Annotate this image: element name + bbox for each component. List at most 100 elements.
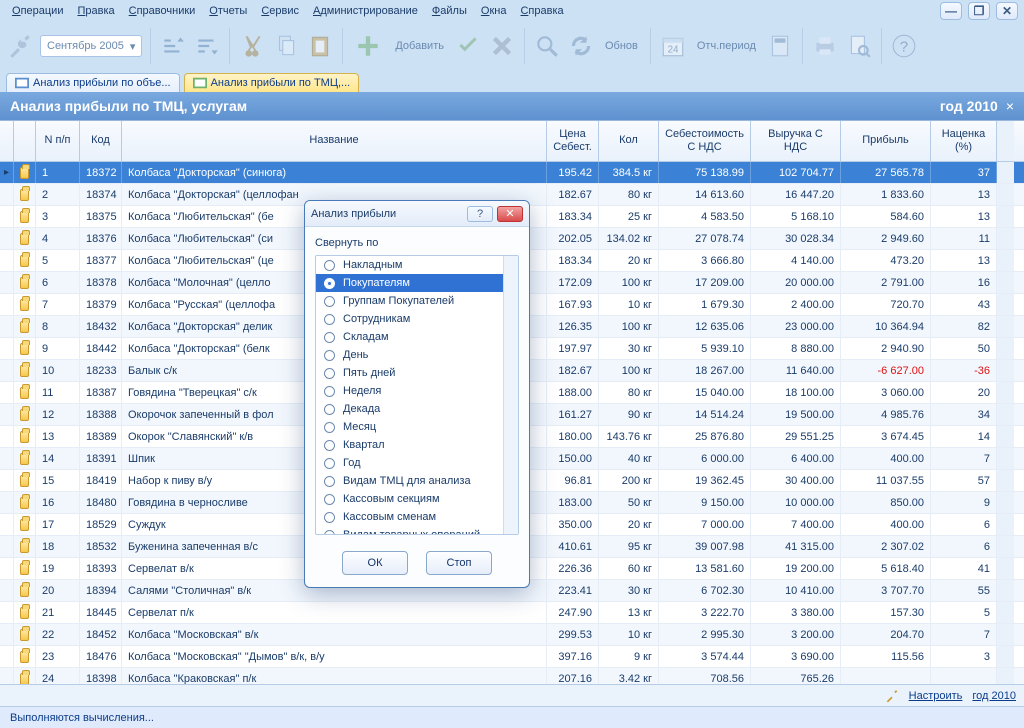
- group-by-option[interactable]: Пять дней: [316, 364, 518, 382]
- radio-icon: [324, 278, 335, 289]
- folder-icon: [20, 673, 29, 685]
- title-period: год 2010: [940, 98, 998, 114]
- close-icon[interactable]: ×: [1006, 98, 1014, 114]
- folder-icon: [20, 343, 29, 355]
- menu-item[interactable]: Справочники: [123, 3, 202, 19]
- menu-item[interactable]: Сервис: [255, 3, 305, 19]
- col-name[interactable]: Название: [122, 121, 547, 161]
- group-by-option[interactable]: Покупателям: [316, 274, 518, 292]
- col-qty[interactable]: Кол: [599, 121, 659, 161]
- col-n[interactable]: N п/п: [36, 121, 80, 161]
- table-row[interactable]: 2318476Колбаса "Московская" "Дымов" в/к,…: [0, 646, 1024, 668]
- calendar-icon[interactable]: 24: [659, 28, 687, 64]
- refresh-icon[interactable]: [567, 28, 595, 64]
- delete-icon[interactable]: [488, 28, 516, 64]
- configure-link[interactable]: Настроить: [909, 690, 963, 702]
- dialog-help-button[interactable]: ?: [467, 206, 493, 222]
- status-bar: Выполняются вычисления...: [0, 706, 1024, 728]
- cut-icon[interactable]: [238, 28, 266, 64]
- period-label: Сентябрь 2005: [47, 40, 124, 52]
- table-row[interactable]: 2418398Колбаса "Краковская" п/к207.163.4…: [0, 668, 1024, 684]
- calc-icon[interactable]: [766, 28, 794, 64]
- restore-button[interactable]: ❐: [968, 2, 990, 20]
- folder-icon: [20, 607, 29, 619]
- group-by-option[interactable]: Кассовым секциям: [316, 490, 518, 508]
- menu-item[interactable]: Правка: [71, 3, 120, 19]
- radio-icon: [324, 440, 335, 451]
- group-by-option[interactable]: Накладным: [316, 256, 518, 274]
- group-by-option[interactable]: Видам товарных операций: [316, 526, 518, 535]
- listbox-scrollbar[interactable]: [503, 256, 518, 534]
- group-by-option[interactable]: Группам Покупателей: [316, 292, 518, 310]
- group-by-option[interactable]: Неделя: [316, 382, 518, 400]
- sort-desc-icon[interactable]: [193, 28, 221, 64]
- document-tab[interactable]: Анализ прибыли по ТМЦ,...: [184, 73, 360, 92]
- radio-icon: [324, 368, 335, 379]
- folder-icon: [20, 541, 29, 553]
- dialog-close-button[interactable]: ✕: [497, 206, 523, 222]
- minimize-button[interactable]: —: [940, 2, 962, 20]
- group-by-option[interactable]: Декада: [316, 400, 518, 418]
- menu-item[interactable]: Операции: [6, 3, 69, 19]
- menu-item[interactable]: Окна: [475, 3, 513, 19]
- folder-icon: [20, 585, 29, 597]
- table-row[interactable]: ▸118372Колбаса "Докторская" (синюга)195.…: [0, 162, 1024, 184]
- add-button[interactable]: [351, 28, 385, 64]
- radio-icon: [324, 530, 335, 536]
- group-by-option[interactable]: Квартал: [316, 436, 518, 454]
- menu-item[interactable]: Файлы: [426, 3, 473, 19]
- col-margin[interactable]: Наценка (%): [931, 121, 997, 161]
- group-by-option[interactable]: День: [316, 346, 518, 364]
- preview-icon[interactable]: [845, 28, 873, 64]
- col-rev[interactable]: Выручка С НДС: [751, 121, 841, 161]
- col-price[interactable]: Цена Себест.: [547, 121, 599, 161]
- radio-icon: [324, 260, 335, 271]
- tools-icon[interactable]: [6, 28, 34, 64]
- folder-icon: [20, 409, 29, 421]
- col-code[interactable]: Код: [80, 121, 122, 161]
- group-by-option[interactable]: Складам: [316, 328, 518, 346]
- radio-icon: [324, 332, 335, 343]
- col-cost[interactable]: Себестоимость С НДС: [659, 121, 751, 161]
- group-by-option[interactable]: Кассовым сменам: [316, 508, 518, 526]
- folder-icon: [20, 211, 29, 223]
- print-icon[interactable]: [811, 28, 839, 64]
- ok-button[interactable]: ОК: [342, 551, 408, 575]
- apply-icon[interactable]: [454, 28, 482, 64]
- folder-icon: [20, 431, 29, 443]
- folder-icon: [20, 475, 29, 487]
- search-icon[interactable]: [533, 28, 561, 64]
- chevron-down-icon: ▾: [130, 40, 136, 53]
- period-select[interactable]: Сентябрь 2005 ▾: [40, 35, 142, 57]
- bottom-bar: Настроить год 2010: [0, 684, 1024, 706]
- document-tabs: Анализ прибыли по объе...Анализ прибыли …: [0, 70, 1024, 92]
- folder-icon: [20, 387, 29, 399]
- svg-text:24: 24: [667, 45, 678, 56]
- group-by-option[interactable]: Видам ТМЦ для анализа: [316, 472, 518, 490]
- radio-icon: [324, 314, 335, 325]
- document-tab[interactable]: Анализ прибыли по объе...: [6, 73, 180, 92]
- menu-item[interactable]: Администрирование: [307, 3, 424, 19]
- table-row[interactable]: 2218452Колбаса "Московская" в/к299.5310 …: [0, 624, 1024, 646]
- copy-icon[interactable]: [272, 28, 300, 64]
- add-label: Добавить: [391, 40, 448, 52]
- folder-icon: [20, 365, 29, 377]
- radio-icon: [324, 386, 335, 397]
- group-by-list[interactable]: НакладнымПокупателямГруппам ПокупателейС…: [315, 255, 519, 535]
- group-by-option[interactable]: Сотрудникам: [316, 310, 518, 328]
- group-by-option[interactable]: Год: [316, 454, 518, 472]
- status-text: Выполняются вычисления...: [10, 712, 154, 724]
- help-icon[interactable]: ?: [890, 28, 918, 64]
- menu-item[interactable]: Отчеты: [203, 3, 253, 19]
- paste-icon[interactable]: [306, 28, 334, 64]
- group-by-option[interactable]: Месяц: [316, 418, 518, 436]
- sort-asc-icon[interactable]: [159, 28, 187, 64]
- bottom-period-link[interactable]: год 2010: [972, 690, 1016, 702]
- stop-button[interactable]: Стоп: [426, 551, 492, 575]
- table-row[interactable]: 2118445Сервелат п/к247.9013 кг3 222.703 …: [0, 602, 1024, 624]
- folder-icon: [20, 651, 29, 663]
- col-prof[interactable]: Прибыль: [841, 121, 931, 161]
- grid-header: N п/п Код Название Цена Себест. Кол Себе…: [0, 121, 1024, 162]
- close-button[interactable]: ✕: [996, 2, 1018, 20]
- menu-item[interactable]: Справка: [514, 3, 569, 19]
